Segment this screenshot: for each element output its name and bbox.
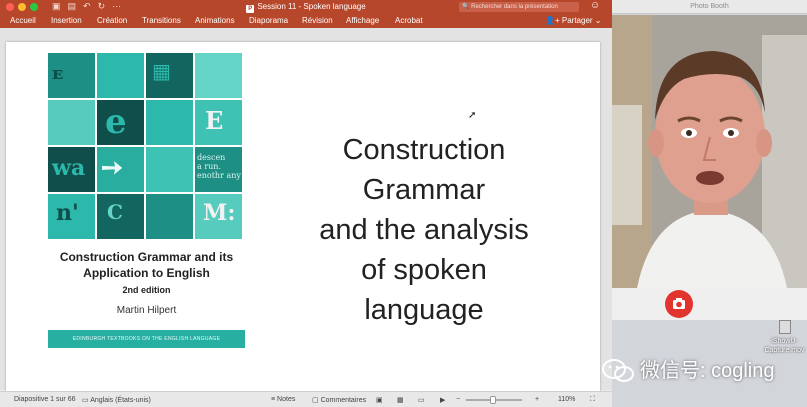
slide-counter: Diapositive 1 sur 66 [14, 396, 76, 403]
tab-acrobat[interactable]: Acrobat [395, 16, 423, 25]
screen: ▣ ▤ ↶ ↻ ⋯ P Session 11 - Spoken language … [0, 0, 807, 407]
language-label: Anglais (États-unis) [90, 397, 151, 404]
cover-tile [195, 53, 242, 98]
file-name-line1: iShowU- [771, 338, 798, 345]
share-button[interactable]: 👤+ Partager ⌄ [545, 16, 602, 25]
movie-file-icon [778, 320, 791, 334]
undo-icon[interactable]: ↶ [83, 1, 91, 12]
window-controls [6, 3, 38, 11]
desktop-file[interactable]: iShowU- Capture.mov [762, 320, 807, 355]
cover-tile: ᴇ [48, 53, 95, 98]
powerpoint-window: ▣ ▤ ↶ ↻ ⋯ P Session 11 - Spoken language … [0, 0, 612, 407]
cover-tile [48, 100, 95, 145]
slide-title-line: and the analysis [319, 214, 529, 246]
slideshow-icon[interactable]: ▶ [440, 396, 445, 404]
title-bar: ▣ ▤ ↶ ↻ ⋯ P Session 11 - Spoken language … [0, 0, 612, 14]
feedback-icon[interactable]: ☺ [590, 0, 600, 11]
tab-revision[interactable]: Révision [302, 16, 333, 25]
quick-access-toolbar: ▣ ▤ ↶ ↻ ⋯ [52, 1, 121, 12]
cover-tile [97, 53, 144, 98]
comments-button[interactable]: ▢ Commentaires [312, 396, 366, 404]
cover-tile: ▦ [146, 53, 193, 98]
notes-icon: ≡ [271, 396, 276, 403]
slide-title-line: Construction [342, 134, 506, 166]
cover-tile-grid: ᴇ ▦ e E wa ➙ descena run.enothr any n' [48, 53, 245, 246]
spellcheck-icon: ▭ [82, 397, 89, 404]
notes-label: Notes [277, 396, 296, 403]
powerpoint-icon: P [246, 5, 255, 13]
cover-tile: M: [195, 194, 242, 239]
slide-title-line: language [364, 294, 484, 326]
more-icon[interactable]: ⋯ [112, 1, 121, 12]
cover-tile: C [97, 194, 144, 239]
tab-creation[interactable]: Création [97, 16, 127, 25]
comments-label: Commentaires [320, 397, 367, 404]
zoom-in-button[interactable]: + [535, 396, 539, 403]
photobooth-controls [612, 288, 807, 320]
cover-tile: e [97, 100, 144, 145]
tab-diaporama[interactable]: Diaporama [249, 16, 288, 25]
take-photo-button[interactable] [665, 290, 693, 318]
watermark-text: 微信号: cogling [640, 360, 775, 382]
fit-slide-icon[interactable]: ⛶ [590, 396, 595, 404]
share-label: Partager [561, 16, 593, 25]
zoom-out-button[interactable]: − [456, 396, 460, 403]
zoom-slider-handle[interactable] [490, 396, 496, 404]
sidebar-icon[interactable]: ▣ [52, 1, 61, 12]
reading-view-icon[interactable]: ▭ [418, 396, 425, 404]
slide-sorter-icon[interactable]: ▦ [397, 396, 404, 404]
slide-title: Construction Grammar and the analysis of… [288, 130, 560, 330]
zoom-level[interactable]: 110% [558, 396, 575, 403]
wechat-icon [602, 359, 634, 382]
search-input[interactable]: 🔍 Rechercher dans la présentation [459, 2, 579, 12]
minimize-button[interactable] [18, 3, 26, 11]
photobooth-window: Photo Booth iShowU- Capture.mov [612, 0, 807, 407]
slide-canvas[interactable]: ᴇ ▦ e E wa ➙ descena run.enothr any n' [6, 42, 600, 404]
book-edition: 2nd edition [122, 285, 171, 295]
slide-workspace: ᴇ ▦ e E wa ➙ descena run.enothr any n' [0, 28, 612, 404]
close-button[interactable] [6, 3, 14, 11]
ribbon-tabs: Accueil Insertion Création Transitions A… [0, 14, 612, 28]
cover-tile: wa [48, 147, 95, 192]
slide-title-line: of spoken [361, 254, 487, 286]
status-bar: Diapositive 1 sur 66 ▭ Anglais (États-un… [0, 391, 612, 407]
book-cover-image: ᴇ ▦ e E wa ➙ descena run.enothr any n' [48, 53, 245, 348]
cover-tile: ➙ [97, 147, 144, 192]
mouse-pointer-icon: ➚ [468, 110, 477, 121]
tab-animations[interactable]: Animations [195, 16, 235, 25]
cover-tile [146, 194, 193, 239]
comment-icon: ▢ [312, 397, 319, 404]
book-series-band: EDINBURGH TEXTBOOKS ON THE ENGLISH LANGU… [48, 330, 245, 348]
webcam-person-image [612, 15, 807, 288]
chevron-down-icon: ⌄ [594, 16, 602, 25]
cover-tile [146, 147, 193, 192]
cover-tile [146, 100, 193, 145]
tab-insertion[interactable]: Insertion [51, 16, 82, 25]
add-person-icon: 👤+ [545, 16, 560, 25]
normal-view-icon[interactable]: ▣ [376, 396, 383, 404]
photobooth-title: Photo Booth [612, 0, 807, 14]
tab-accueil[interactable]: Accueil [10, 16, 36, 25]
camera-icon [673, 298, 685, 309]
redo-icon[interactable]: ↻ [98, 1, 106, 12]
save-icon[interactable]: ▤ [68, 1, 77, 12]
book-author: Martin Hilpert [116, 305, 177, 316]
cover-tile: n' [48, 194, 95, 239]
cover-tile: descen a run. enothr any [195, 147, 242, 192]
book-title: Construction Grammar and its Application… [59, 250, 234, 280]
notes-button[interactable]: ≡ Notes [271, 396, 295, 403]
slide-title-line: Grammar [362, 174, 486, 206]
tab-affichage[interactable]: Affichage [346, 16, 379, 25]
language-indicator[interactable]: ▭ Anglais (États-unis) [82, 396, 151, 404]
window-title-text: Session 11 - Spoken language [257, 2, 366, 11]
tab-transitions[interactable]: Transitions [142, 16, 181, 25]
search-placeholder: Rechercher dans la présentation [471, 4, 558, 10]
camera-preview [612, 15, 807, 288]
zoom-button[interactable] [30, 3, 38, 11]
cover-tile: E [195, 100, 242, 145]
